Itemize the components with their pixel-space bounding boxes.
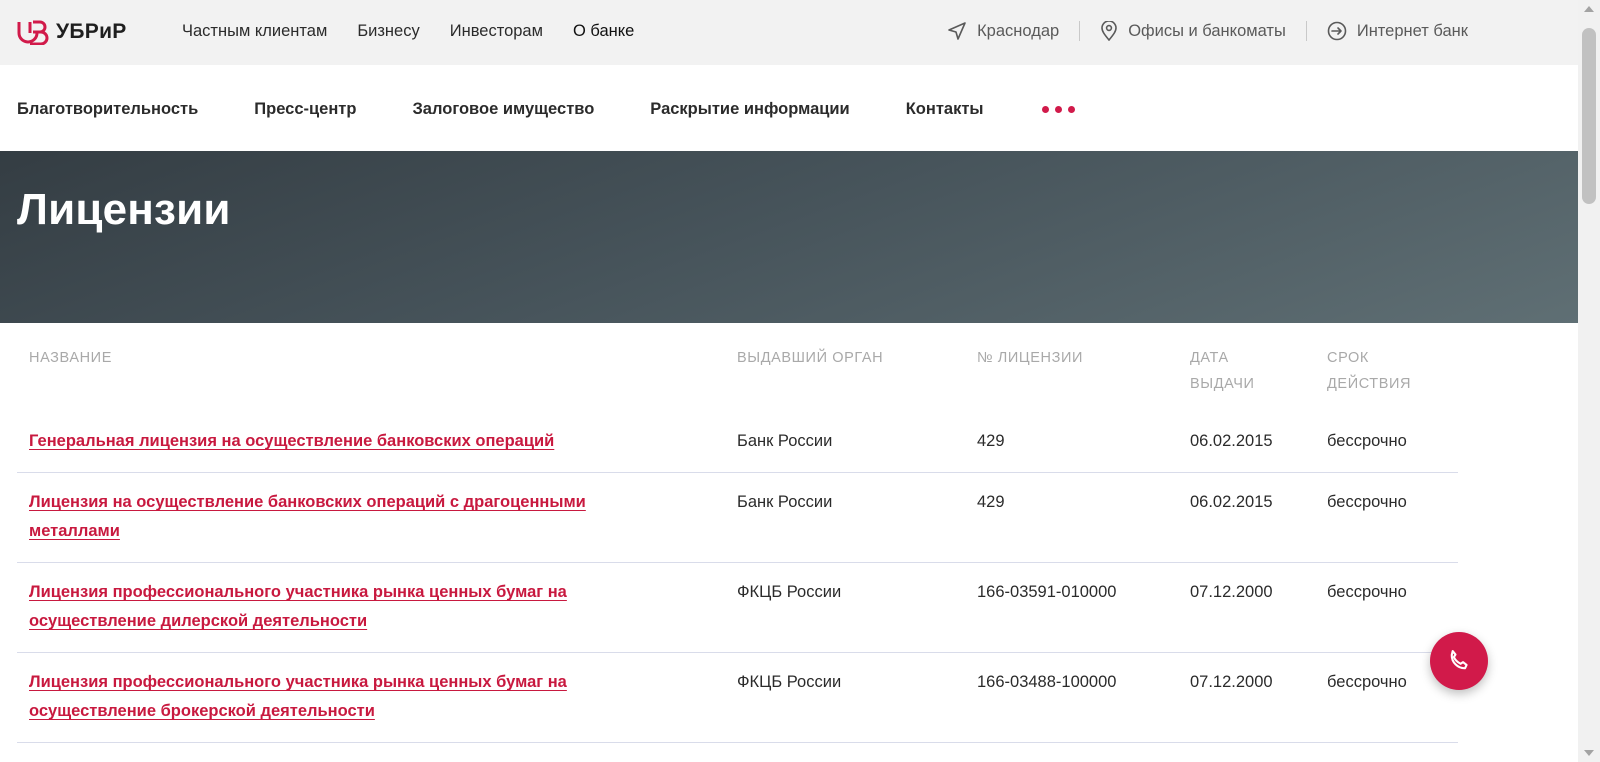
header-issuer: ВЫДАВШИЙ ОРГАН (737, 350, 884, 366)
table-row: Генеральная лицензия на осуществление ба… (17, 427, 1458, 473)
city-label: Краснодар (977, 21, 1060, 40)
scroll-down-arrow-icon[interactable] (1584, 750, 1594, 756)
issuer-cell: Банк России (737, 493, 833, 511)
phone-icon (1450, 650, 1468, 670)
internet-bank-label: Интернет банк (1356, 21, 1468, 40)
divider (1079, 21, 1081, 41)
license-link[interactable]: Лицензия профессионального участника рын… (29, 578, 629, 636)
term-cell: бессрочно (1327, 493, 1407, 511)
issuer-cell: Банк России (737, 432, 833, 450)
section-nav: Благотворительность Пресс-центр Залогово… (17, 100, 1075, 119)
date-cell: 07.12.2000 (1190, 673, 1273, 691)
term-cell: бессрочно (1327, 673, 1407, 691)
date-cell: 06.02.2015 (1190, 432, 1273, 450)
subnav-item-press[interactable]: Пресс-центр (254, 100, 356, 119)
divider (1305, 21, 1307, 41)
number-cell: 429 (977, 493, 1005, 511)
subnav-item-contacts[interactable]: Контакты (906, 100, 984, 119)
header-number: № ЛИЦЕНЗИИ (977, 350, 1083, 366)
table-row: Лицензия профессионального участника рын… (17, 653, 1458, 743)
term-cell: бессрочно (1327, 583, 1407, 601)
brand-logo-icon (17, 20, 49, 45)
header-term: СРОК ДЕЙСТВИЯ (1327, 350, 1412, 392)
scrollbar-thumb[interactable] (1582, 28, 1596, 204)
subnav-item-charity[interactable]: Благотворительность (17, 100, 198, 119)
license-link[interactable]: Лицензия профессионального участника рын… (29, 668, 629, 726)
number-cell: 166-03488-100000 (977, 673, 1117, 691)
table-row: Лицензия на осуществление банковских опе… (17, 473, 1458, 563)
call-button[interactable] (1430, 632, 1488, 690)
map-pin-icon (1101, 21, 1117, 41)
offices-link[interactable]: Офисы и банкоматы (1100, 21, 1286, 41)
nav-item-investors[interactable]: Инвесторам (450, 22, 543, 41)
login-icon (1327, 21, 1347, 41)
brand-logo[interactable]: УБРиР (16, 19, 127, 45)
issuer-cell: ФКЦБ России (737, 673, 842, 691)
scroll-up-arrow-icon[interactable] (1584, 6, 1594, 12)
subnav-item-disclosure[interactable]: Раскрытие информации (650, 100, 849, 119)
more-dots-icon[interactable] (1041, 106, 1075, 113)
offices-label: Офисы и банкоматы (1128, 21, 1286, 40)
nav-item-business[interactable]: Бизнесу (357, 22, 419, 41)
location-arrow-icon (948, 22, 966, 40)
main-nav: Частным клиентам Бизнесу Инвесторам О ба… (182, 22, 634, 41)
city-selector[interactable]: Краснодар (947, 21, 1059, 41)
page-title: Лицензии (17, 185, 231, 234)
page-scrollbar[interactable] (1578, 0, 1600, 762)
brand-name: УБРиР (56, 20, 127, 43)
date-cell: 07.12.2000 (1190, 583, 1273, 601)
issuer-cell: ФКЦБ России (737, 583, 842, 601)
nav-item-about[interactable]: О банке (573, 22, 634, 41)
page-hero: Лицензии (0, 151, 1578, 323)
term-cell: бессрочно (1327, 432, 1407, 450)
number-cell: 166-03591-010000 (977, 583, 1117, 601)
header-date: ДАТА ВЫДАЧИ (1190, 350, 1255, 392)
header-name: НАЗВАНИЕ (29, 350, 112, 366)
date-cell: 06.02.2015 (1190, 493, 1273, 511)
top-right-links: Краснодар Офисы и банкоматы Интернет бан… (947, 21, 1468, 41)
top-bar: УБРиР Частным клиентам Бизнесу Инвестора… (0, 0, 1578, 65)
internet-bank-link[interactable]: Интернет банк (1327, 21, 1468, 41)
license-link[interactable]: Лицензия на осуществление банковских опе… (29, 488, 669, 546)
number-cell: 429 (977, 432, 1005, 450)
license-link[interactable]: Генеральная лицензия на осуществление ба… (29, 427, 669, 456)
nav-item-private[interactable]: Частным клиентам (182, 22, 327, 41)
table-row: Лицензия профессионального участника рын… (17, 563, 1458, 653)
subnav-item-collateral[interactable]: Залоговое имущество (412, 100, 594, 119)
